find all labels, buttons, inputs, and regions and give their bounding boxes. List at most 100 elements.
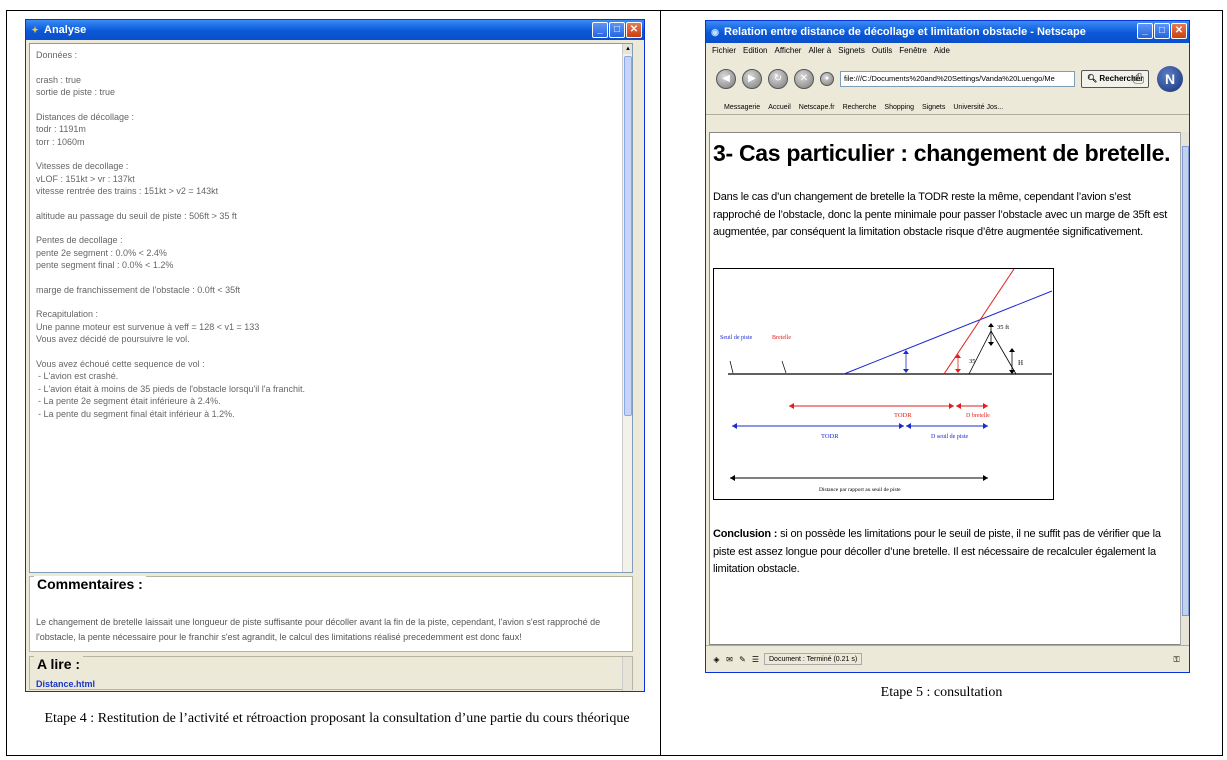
35ft-arrow-head-up [988, 323, 994, 327]
netscape-titlebar[interactable]: ◉ Relation entre distance de décollage e… [706, 21, 1189, 43]
menu-item[interactable]: Fichier [712, 46, 736, 55]
scroll-thumb[interactable] [624, 56, 632, 416]
reload-icon[interactable]: ↻ [768, 69, 788, 89]
alire-scrollbar[interactable] [622, 657, 632, 691]
analysis-textarea[interactable]: Données : crash : true sortie de piste : t… [29, 43, 633, 573]
distance-label: Distance par rapport au seuil de piste [819, 487, 901, 493]
distance-head-left [730, 475, 735, 481]
todr-red-label: TODR [894, 412, 912, 419]
seuil-pointer [729, 360, 734, 374]
analysis-line: vLOF : 151kt > vr : 137kt [36, 173, 135, 184]
composer-icon[interactable]: ✎ [738, 655, 747, 664]
page-scrollbar[interactable] [1180, 132, 1189, 645]
analysis-line: Données : [36, 50, 78, 60]
netscape-close-button[interactable]: ✕ [1171, 23, 1187, 39]
menu-item[interactable]: Afficher [774, 46, 801, 55]
analysis-line: crash : true [36, 74, 82, 85]
vertical-scrollbar[interactable]: ▲ [622, 44, 632, 572]
bookmark-item[interactable]: Messagerie [724, 104, 760, 111]
mail-icon[interactable]: ✉ [725, 655, 734, 664]
alire-title: A lire : [34, 656, 84, 672]
analysis-line: - L'avion est crashé. [38, 371, 119, 381]
search-icon: 🔍︎ [1087, 74, 1098, 83]
d-seuil-label: D seuil de piste [931, 434, 968, 440]
analysis-line: vitesse rentrée des trains : 151kt > v2 … [36, 186, 219, 196]
close-button[interactable]: ✕ [626, 22, 642, 38]
obstacle-triangle [968, 330, 1017, 375]
bookmark-item[interactable]: Accueil [768, 104, 791, 111]
right-caption: Etape 5 : consultation [880, 685, 1003, 700]
seuil-label: Seuil de piste [720, 335, 753, 341]
status-text: Document : Terminé (0.21 s) [764, 653, 863, 665]
bookmark-item[interactable]: Recherche [843, 104, 877, 111]
analyse-window: ✦ Analyse _ □ ✕ Données : crash : true sor… [25, 19, 645, 692]
comments-title: Commentaires : [34, 576, 146, 592]
analysis-line: - La pente du segment final était inféri… [38, 408, 235, 419]
analyse-titlebar[interactable]: ✦ Analyse _ □ ✕ [26, 20, 644, 40]
analysis-line: - La pente 2e segment était inférieure à… [38, 396, 221, 406]
netscape-maximize-button[interactable]: □ [1154, 23, 1170, 39]
h-label: H [1018, 359, 1023, 367]
conclusion-label: Conclusion : [713, 528, 778, 540]
bretelle-label: Bretelle [772, 335, 791, 341]
bookmark-item[interactable]: Signets [922, 104, 945, 111]
red-climb-line [943, 268, 1015, 375]
d-seuil-head-left [906, 423, 911, 429]
menu-item[interactable]: Outils [872, 46, 892, 55]
todr-blue-head-right [899, 423, 904, 429]
bookmark-item[interactable]: Netscape.fr [799, 104, 835, 111]
conclusion-text: si on possède les limitations pour le se… [713, 528, 1161, 575]
menu-item[interactable]: Aide [934, 46, 950, 55]
menu-item[interactable]: Aller à [808, 46, 831, 55]
todr-red-head-right [949, 403, 954, 409]
netscape-minimize-button[interactable]: _ [1137, 23, 1153, 39]
analysis-line: Vous avez échoué cette sequence de vol : [36, 358, 205, 369]
menu-item[interactable]: Signets [838, 46, 865, 55]
netscape-logo-icon: N [1157, 66, 1183, 92]
navigator-icon[interactable]: ◈ [712, 655, 721, 664]
analysis-line: Vitesses de decollage : [36, 161, 129, 171]
menu-item[interactable]: Fenêtre [899, 46, 927, 55]
alire-panel: A lire : Distance.html [29, 656, 633, 691]
menu-item[interactable]: Edition [743, 46, 767, 55]
page-scroll-thumb[interactable] [1182, 146, 1189, 616]
netscape-window: ◉ Relation entre distance de décollage e… [705, 20, 1190, 673]
stop-icon[interactable]: ✕ [794, 69, 814, 89]
blue-marker-head-down [903, 369, 909, 373]
analysis-line: - L'avion était à moins de 35 pieds de l… [38, 383, 306, 394]
back-icon[interactable]: ◀ [716, 69, 736, 89]
netscape-app-icon: ◉ [711, 27, 719, 37]
bretelle-pointer [781, 360, 787, 374]
minimize-button[interactable]: _ [592, 22, 608, 38]
address-book-icon[interactable]: ☰ [751, 655, 760, 664]
scroll-up-arrow-icon[interactable]: ▲ [623, 44, 632, 54]
forward-icon[interactable]: ▶ [742, 69, 762, 89]
takeoff-diagram: Seuil de piste Bretelle 35 ft 35 H TODR … [713, 268, 1054, 500]
bookmark-item[interactable]: Université Jos... [953, 104, 1003, 111]
navigation-toolbar: ◀ ▶ ↻ ✕ ● file:///C:/Documents%20and%20S… [706, 58, 1189, 100]
url-field[interactable]: file:///C:/Documents%20and%20Settings/Va… [840, 71, 1075, 87]
bookmark-item[interactable]: Shopping [884, 104, 914, 111]
netscape-window-title: Relation entre distance de décollage et … [724, 26, 1086, 38]
print-icon[interactable]: ⎙ [1133, 70, 1151, 86]
window-title: Analyse [44, 24, 87, 36]
analysis-line: marge de franchissement de l'obstacle : … [36, 284, 241, 295]
column-divider [660, 10, 661, 756]
d-bretelle-label: D bretelle [966, 413, 990, 419]
home-icon[interactable]: ● [820, 72, 834, 86]
distance-link[interactable]: Distance.html [36, 679, 95, 689]
35ft-label: 35 ft [997, 324, 1009, 331]
analysis-text: Données : crash : true sortie de piste : t… [30, 44, 632, 425]
analysis-line: Recapitulation : [36, 309, 99, 319]
analysis-line: pente segment final : 0.0% < 1.2% [36, 260, 174, 270]
maximize-button[interactable]: □ [609, 22, 625, 38]
takeoff-diagram-svg: Seuil de piste Bretelle 35 ft 35 H TODR … [720, 268, 1053, 493]
todr-red-head-left [789, 403, 794, 409]
